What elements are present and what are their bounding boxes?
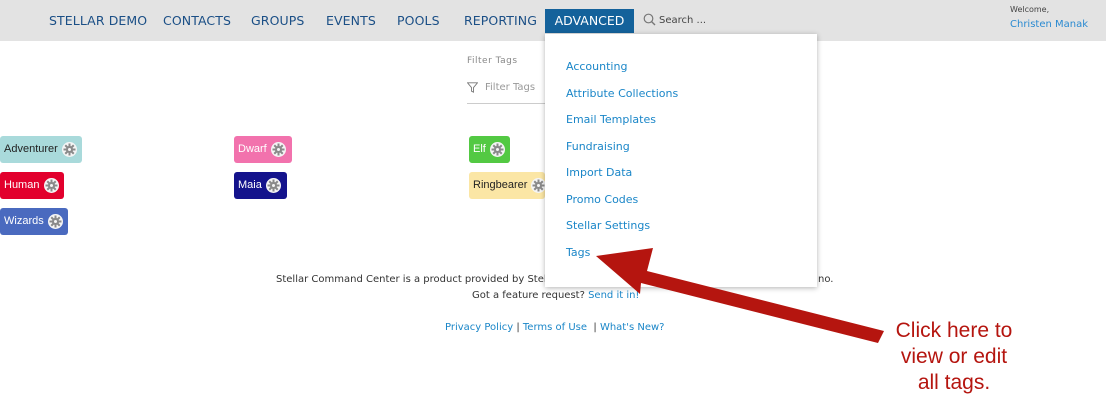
tag-label: Maia: [238, 179, 262, 191]
nav-stellar-demo[interactable]: STELLAR DEMO: [49, 13, 147, 28]
tag-label: Elf: [473, 143, 486, 155]
tag-label: Wizards: [4, 215, 44, 227]
user-name-link[interactable]: Christen Manak: [1010, 19, 1088, 30]
menu-item-email-templates[interactable]: Email Templates: [566, 113, 656, 126]
gear-icon[interactable]: [490, 142, 505, 157]
menu-item-accounting[interactable]: Accounting: [566, 60, 627, 73]
search-icon[interactable]: [643, 13, 656, 26]
footer-separator: |: [587, 322, 600, 333]
tag-adventurer[interactable]: Adventurer: [0, 136, 82, 163]
gear-icon[interactable]: [271, 142, 286, 157]
tag-elf[interactable]: Elf: [469, 136, 510, 163]
menu-item-fundraising[interactable]: Fundraising: [566, 140, 630, 153]
tag-ringbearer[interactable]: Ringbearer: [469, 172, 546, 199]
filter-tags-title: Filter Tags: [467, 56, 518, 66]
footer-product-text-end: no.: [818, 274, 834, 285]
send-it-in-link[interactable]: Send it in!: [588, 290, 639, 301]
search-input[interactable]: [659, 12, 739, 28]
tag-maia[interactable]: Maia: [234, 172, 287, 199]
whats-new-link[interactable]: What's New?: [600, 322, 665, 333]
tag-label: Adventurer: [4, 143, 58, 155]
tag-human[interactable]: Human: [0, 172, 64, 199]
tag-label: Dwarf: [238, 143, 267, 155]
nav-advanced-active[interactable]: ADVANCED: [545, 9, 634, 33]
terms-of-use-link[interactable]: Terms of Use: [523, 322, 587, 333]
tag-wizards[interactable]: Wizards: [0, 208, 68, 235]
welcome-label: Welcome,: [1010, 5, 1050, 14]
nav-pools[interactable]: POOLS: [397, 13, 440, 28]
gear-icon[interactable]: [266, 178, 281, 193]
footer-product-text: Stellar Command Center is a product prov…: [276, 274, 550, 285]
nav-events[interactable]: EVENTS: [326, 13, 376, 28]
nav-groups[interactable]: GROUPS: [251, 13, 304, 28]
feature-request-text: Got a feature request?: [472, 290, 585, 301]
annotation-callout: Click here to view or edit all tags.: [870, 318, 1038, 396]
privacy-policy-link[interactable]: Privacy Policy: [445, 322, 513, 333]
menu-item-attribute-collections[interactable]: Attribute Collections: [566, 87, 678, 100]
callout-line-1: Click here to: [895, 319, 1013, 342]
filter-underline: [467, 103, 547, 104]
filter-funnel-icon: [467, 82, 478, 93]
nav-reporting[interactable]: REPORTING: [464, 13, 537, 28]
gear-icon[interactable]: [531, 178, 546, 193]
gear-icon[interactable]: [44, 178, 59, 193]
menu-item-tags[interactable]: Tags: [566, 246, 590, 259]
tag-label: Ringbearer: [473, 179, 528, 191]
footer-separator: |: [513, 322, 523, 333]
menu-item-import-data[interactable]: Import Data: [566, 166, 632, 179]
tag-label: Human: [4, 179, 40, 191]
advanced-dropdown-menu: Accounting Attribute Collections Email T…: [545, 34, 817, 287]
footer-feature-request: Got a feature request? Send it in!: [472, 290, 639, 301]
gear-icon[interactable]: [48, 214, 63, 229]
callout-line-2: view or edit: [900, 345, 1008, 368]
menu-item-stellar-settings[interactable]: Stellar Settings: [566, 219, 650, 232]
tag-dwarf[interactable]: Dwarf: [234, 136, 292, 163]
filter-tags-input[interactable]: [485, 79, 547, 95]
gear-icon[interactable]: [62, 142, 77, 157]
callout-line-3: all tags.: [917, 371, 991, 394]
footer-links: Privacy Policy | Terms of Use | What's N…: [445, 322, 664, 333]
nav-contacts[interactable]: CONTACTS: [163, 13, 231, 28]
menu-item-promo-codes[interactable]: Promo Codes: [566, 193, 638, 206]
